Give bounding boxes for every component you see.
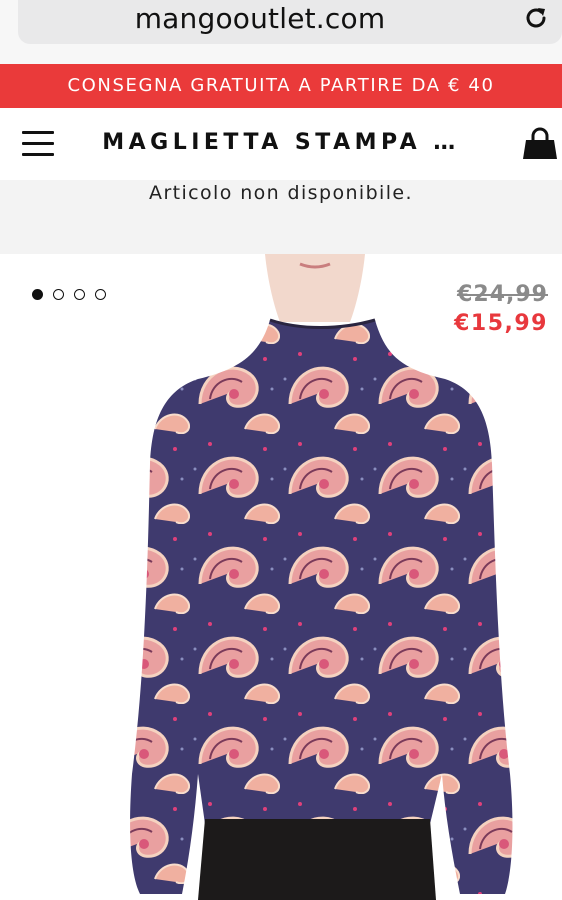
reload-icon[interactable] — [522, 4, 550, 32]
product-gallery[interactable]: €24,99 €15,99 — [0, 254, 562, 900]
price-block: €24,99 €15,99 — [454, 282, 548, 336]
page-title: MAGLIETTA STAMPA … — [102, 130, 460, 155]
shopping-bag-icon[interactable] — [520, 126, 560, 166]
carousel-dot[interactable] — [32, 289, 43, 300]
browser-chrome: mangooutlet.com — [0, 0, 562, 64]
hamburger-menu-icon[interactable] — [22, 131, 54, 157]
url-text[interactable]: mangooutlet.com — [18, 2, 502, 35]
original-price: €24,99 — [457, 282, 548, 307]
carousel-dot[interactable] — [74, 289, 85, 300]
unavailable-message: Articolo non disponibile. — [149, 182, 413, 204]
availability-notice: Articolo non disponibile. — [0, 180, 562, 254]
carousel-indicator[interactable] — [32, 289, 106, 300]
site-header: MAGLIETTA STAMPA … — [0, 108, 562, 180]
sale-price: €15,99 — [454, 311, 548, 336]
carousel-dot[interactable] — [53, 289, 64, 300]
address-bar[interactable]: mangooutlet.com — [18, 0, 562, 44]
carousel-dot[interactable] — [95, 289, 106, 300]
product-image[interactable] — [100, 254, 540, 900]
free-delivery-banner[interactable]: CONSEGNA GRATUITA A PARTIRE DA € 40 — [0, 64, 562, 108]
